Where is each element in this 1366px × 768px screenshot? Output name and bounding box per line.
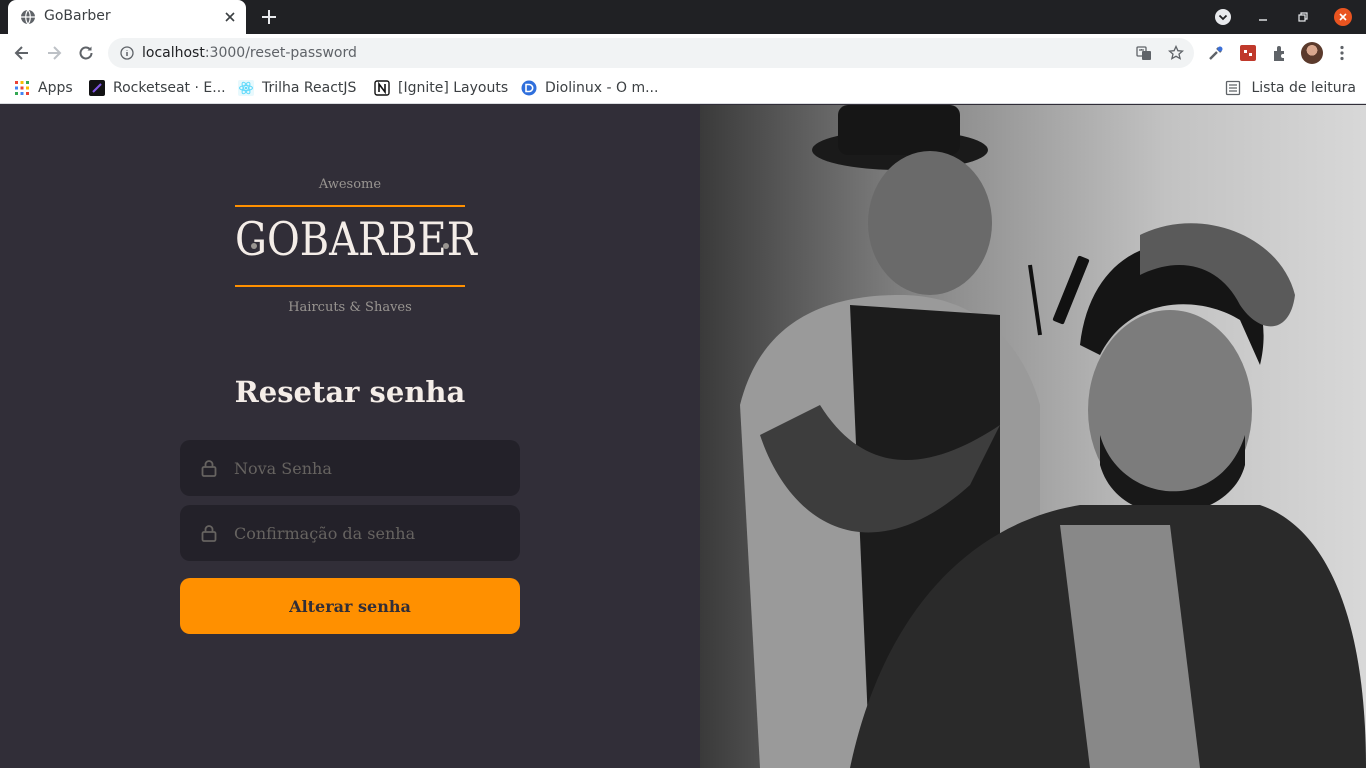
red-extension-icon[interactable] xyxy=(1239,44,1257,62)
confirm-password-field[interactable] xyxy=(180,505,520,561)
logo-divider-bottom xyxy=(235,285,465,287)
tab-search-icon[interactable] xyxy=(1214,8,1232,26)
reading-list-icon xyxy=(1226,80,1241,96)
react-icon xyxy=(238,80,254,96)
new-tab-icon[interactable] xyxy=(259,7,279,27)
logo-divider-top xyxy=(235,205,465,207)
logo-tagline-top: Awesome xyxy=(318,177,382,192)
rocketseat-icon xyxy=(89,80,105,96)
browser-tab-strip: GoBarber xyxy=(0,0,1366,34)
gobarber-logo: Awesome GOBARBER Haircuts & Shaves xyxy=(235,175,477,317)
bookmark-label: Apps xyxy=(38,80,73,96)
close-window-icon[interactable] xyxy=(1334,8,1352,26)
logo-dot-right xyxy=(443,243,449,249)
barber-illustration xyxy=(700,105,1366,768)
reading-list-button[interactable]: Lista de leitura xyxy=(1225,78,1356,98)
diolinux-icon xyxy=(521,80,537,96)
more-menu-icon[interactable] xyxy=(1333,44,1351,62)
bookmark-star-icon[interactable] xyxy=(1168,45,1184,61)
address-bar[interactable]: localhost:3000/reset-password xyxy=(108,38,1194,68)
bookmark-ignite-layouts[interactable]: [Ignite] Layouts xyxy=(374,78,508,98)
page-content: Awesome GOBARBER Haircuts & Shaves Reset… xyxy=(0,105,1366,768)
lock-icon xyxy=(201,525,217,542)
apps-grid-icon xyxy=(15,81,29,95)
bookmark-label: Diolinux - O m... xyxy=(545,80,659,96)
translate-icon[interactable] xyxy=(1136,45,1152,61)
tab-title: GoBarber xyxy=(44,8,111,24)
confirm-password-input[interactable] xyxy=(234,505,504,561)
reading-list-label: Lista de leitura xyxy=(1251,80,1356,96)
lock-icon xyxy=(201,460,217,477)
bookmark-apps[interactable]: Apps xyxy=(14,78,73,98)
bookmarks-bar: Apps Rocketseat · E... Trilha ReactJS [I… xyxy=(0,72,1366,104)
notion-icon xyxy=(374,80,390,96)
barber-photo xyxy=(700,105,1366,768)
url-host: localhost xyxy=(142,45,205,61)
bookmark-label: Rocketseat · E... xyxy=(113,80,226,96)
browser-toolbar: localhost:3000/reset-password xyxy=(0,34,1366,72)
back-icon[interactable] xyxy=(12,43,32,63)
logo-wordmark: GOBARBER xyxy=(235,213,477,267)
profile-avatar[interactable] xyxy=(1301,42,1323,64)
reload-icon[interactable] xyxy=(76,43,96,63)
new-password-field[interactable] xyxy=(180,440,520,496)
bookmark-label: Trilha ReactJS xyxy=(262,80,357,96)
close-tab-icon[interactable] xyxy=(222,9,238,25)
browser-tab[interactable]: GoBarber xyxy=(8,0,246,34)
form-panel: Awesome GOBARBER Haircuts & Shaves Reset… xyxy=(0,105,700,768)
site-info-icon[interactable] xyxy=(120,46,134,60)
forward-icon[interactable] xyxy=(44,43,64,63)
minimize-icon[interactable] xyxy=(1254,8,1272,26)
bookmark-diolinux[interactable]: Diolinux - O m... xyxy=(521,78,658,98)
change-password-button[interactable]: Alterar senha xyxy=(180,578,520,634)
logo-tagline-bottom: Haircuts & Shaves xyxy=(288,300,412,315)
bookmark-trilha-reactjs[interactable]: Trilha ReactJS xyxy=(238,78,356,98)
bookmark-rocketseat[interactable]: Rocketseat · E... xyxy=(89,78,226,98)
new-password-input[interactable] xyxy=(234,440,504,496)
url-text: localhost:3000/reset-password xyxy=(142,45,357,61)
extensions-puzzle-icon[interactable] xyxy=(1271,44,1289,62)
bookmark-label: [Ignite] Layouts xyxy=(398,80,509,96)
page-title: Resetar senha xyxy=(234,375,466,409)
eyedropper-extension-icon[interactable] xyxy=(1207,44,1225,62)
url-path: :3000/reset-password xyxy=(204,45,357,61)
restore-icon[interactable] xyxy=(1294,8,1312,26)
globe-icon xyxy=(21,9,35,25)
